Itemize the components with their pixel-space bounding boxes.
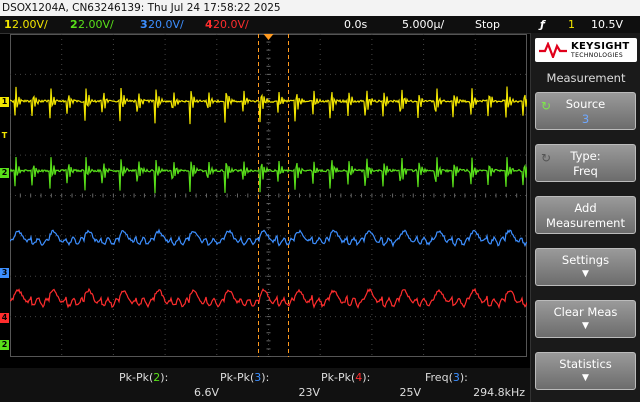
add-measurement-softkey[interactable]: Add Measurement	[535, 196, 636, 234]
measurement-pkpk-ch4[interactable]: Pk-Pk(4): 25V	[321, 371, 421, 401]
measurement-label: Pk-Pk(3):	[220, 371, 270, 384]
ch2-ground-marker[interactable]: 2	[0, 168, 9, 178]
waveform-canvas	[10, 34, 527, 357]
softkey-panel: KEYSIGHT TECHNOLOGIES Measurement ↻ Sour…	[530, 33, 640, 402]
horizontal-delay[interactable]: 0.0s	[344, 16, 367, 33]
softkey-label: Type:	[570, 149, 601, 163]
type-softkey[interactable]: ↻ Type: Freq	[535, 144, 636, 182]
ch3-ground-marker[interactable]: 3	[0, 268, 9, 278]
softkey-label: Settings	[561, 253, 610, 267]
ch4-scale: 20.0V/	[213, 18, 249, 31]
trigger-level-marker[interactable]: T	[0, 131, 9, 141]
trigger-position-icon	[263, 34, 274, 40]
brand-name: KEYSIGHT	[571, 41, 630, 52]
ch4-indicator[interactable]: 4 20.0V/	[205, 16, 249, 33]
trigger-level[interactable]: 10.5V	[591, 16, 623, 33]
ch4-number: 4	[205, 18, 213, 31]
ch2-number: 2	[70, 18, 78, 31]
softkey-value: 3	[581, 112, 590, 126]
trigger-source[interactable]: 1	[568, 16, 575, 33]
ch3-number: 3	[140, 18, 148, 31]
measurement-value: 25V	[399, 386, 421, 399]
status-bar: 1 2.00V/ 2 2.00V/ 3 20.0V/ 4 20.0V/ 0.0s…	[0, 16, 640, 34]
clear-meas-softkey[interactable]: Clear Meas ▼	[535, 300, 636, 338]
measurement-label: Pk-Pk(2):	[119, 371, 169, 384]
measurement-value: 23V	[298, 386, 320, 399]
trigger-icon: ƒ	[540, 18, 545, 31]
ch1-ground-marker[interactable]: 1	[0, 97, 9, 107]
keysight-wave-icon	[539, 42, 567, 58]
waveform-display[interactable]	[10, 34, 527, 357]
ch3-indicator[interactable]: 3 20.0V/	[140, 16, 184, 33]
statistics-softkey[interactable]: Statistics ▼	[535, 352, 636, 390]
ch1-trace	[10, 86, 527, 125]
brand-sub: TECHNOLOGIES	[571, 52, 624, 59]
softkey-label: Clear Meas	[553, 305, 618, 319]
softkey-label: Add	[574, 201, 597, 215]
ch2-offset-marker[interactable]: 2	[0, 340, 9, 350]
ch3-trace	[10, 228, 527, 248]
channel-marker-strip: T 1 2 3 4 2	[0, 34, 10, 357]
softkey-value: Freq	[573, 164, 598, 178]
ch2-indicator[interactable]: 2 2.00V/	[70, 16, 114, 33]
submenu-arrow-icon: ▼	[582, 373, 589, 383]
ch2-scale: 2.00V/	[78, 18, 114, 31]
window-title: DSOX1204A, CN63246139: Thu Jul 24 17:58:…	[0, 0, 640, 16]
settings-softkey[interactable]: Settings ▼	[535, 248, 636, 286]
softkey-label-2: Measurement	[546, 216, 625, 230]
ch3-scale: 20.0V/	[148, 18, 184, 31]
ch4-ground-marker[interactable]: 4	[0, 313, 9, 323]
softkey-label: Statistics	[559, 357, 612, 371]
measurement-freq-ch3[interactable]: Freq(3): 294.8kHz	[425, 371, 525, 401]
measurement-value: 6.6V	[193, 386, 219, 399]
submenu-arrow-icon: ▼	[582, 321, 589, 331]
ch1-scale: 2.00V/	[12, 18, 48, 31]
measurement-label: Freq(3):	[425, 371, 468, 384]
measurement-pkpk-ch3[interactable]: Pk-Pk(3): 23V	[220, 371, 320, 401]
ch1-indicator[interactable]: 1 2.00V/	[4, 16, 48, 33]
measurement-pkpk-ch2[interactable]: Pk-Pk(2): 6.6V	[119, 371, 219, 401]
submenu-arrow-icon: ▼	[582, 269, 589, 279]
keysight-logo: KEYSIGHT TECHNOLOGIES	[535, 38, 637, 62]
ch1-number: 1	[4, 18, 12, 31]
run-state[interactable]: Stop	[475, 16, 500, 33]
measurement-value: 294.8kHz	[473, 386, 525, 399]
measurement-label: Pk-Pk(4):	[321, 371, 371, 384]
timebase-scale[interactable]: 5.000µ/	[402, 16, 444, 33]
menu-title: Measurement	[546, 71, 626, 85]
softkey-label: Source	[565, 97, 606, 111]
measurement-bar: Pk-Pk(2): 6.6V Pk-Pk(3): 23V Pk-Pk(4): 2…	[0, 368, 530, 402]
source-softkey[interactable]: ↻ Source 3	[535, 92, 636, 130]
